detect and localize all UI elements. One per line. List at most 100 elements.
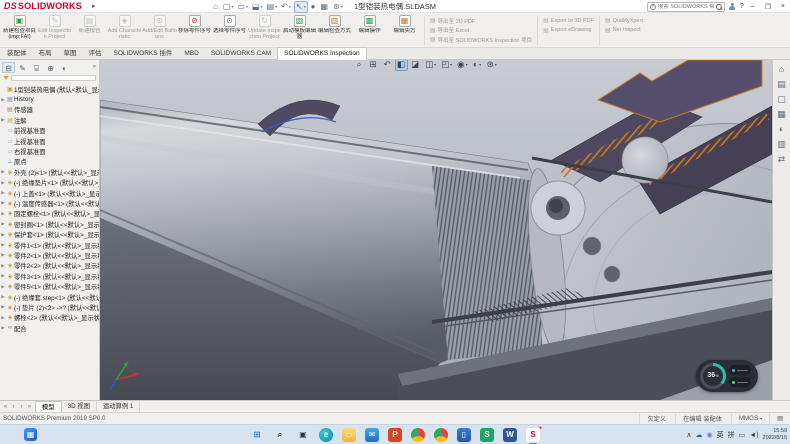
recorder-overlay[interactable]: 36% (696, 360, 758, 392)
ime-pinyin-indicator[interactable]: 拼 (728, 430, 735, 440)
tree-item[interactable]: ▶◈零件3<1> (默认<<默认>_显示状 (0, 271, 99, 281)
zoom-fit-icon[interactable]: ⌕ (353, 60, 366, 71)
tree-item[interactable]: ▶◈外壳 (2)<1> (默认<<默认>_显示状 (0, 167, 99, 177)
taskbar-wps-spreadsheet-icon[interactable]: S (480, 428, 494, 442)
recorder-button-bottom[interactable] (729, 377, 751, 387)
taskbar-search-icon[interactable]: ⌕ (273, 428, 287, 442)
tree-item[interactable]: ▶◈保护套<1> (默认<<默认>_显示状 (0, 229, 99, 239)
tree-item[interactable]: ▤传感器 (0, 105, 99, 115)
taskbar-edge-icon[interactable]: e (319, 428, 333, 442)
tab-model[interactable]: 模型 (35, 401, 62, 412)
taskbar-file-explorer-icon[interactable]: ▭ (342, 428, 356, 442)
taskbar-mail-icon[interactable]: ✉ (365, 428, 379, 442)
tree-item[interactable]: ▶▤注解 (0, 115, 99, 125)
help-icon[interactable]: ? (740, 3, 744, 10)
taskbar-task-view-icon[interactable]: ▣ (296, 428, 310, 442)
export-item[interactable]: ▤导出至 Excel (430, 26, 532, 36)
tree-item[interactable]: ▶◈零件2<2> (默认<<默认>_显示状 (0, 261, 99, 271)
view-orientation-icon[interactable]: ◫▾ (423, 60, 438, 71)
options-icon[interactable]: ⊛▾ (332, 1, 344, 13)
tree-item[interactable]: ▶◈(-) 温度传感器<1> (默认<<默认>_ (0, 198, 99, 208)
file-properties-icon[interactable]: ▦ (319, 1, 330, 13)
dimxpertmanager-tab[interactable]: ⊕ (44, 62, 57, 73)
tree-item[interactable]: ▶◈固定螺栓<1> (默认<<默认>_显示状 (0, 209, 99, 219)
new-file-icon[interactable]: ▢▾ (222, 1, 235, 13)
help-search-box[interactable]: ? (647, 2, 725, 12)
sign-in-icon[interactable] (729, 3, 736, 11)
edit-appearance-icon[interactable]: ◐▾ (471, 60, 484, 71)
edit-operations-button[interactable]: ▩编辑操作 (352, 14, 387, 40)
display-style-icon[interactable]: ◰▾ (439, 60, 454, 71)
minimize-button[interactable]: – (748, 3, 758, 10)
tab-assembly[interactable]: 装配体 (1, 48, 33, 59)
rebuild-traffic-light-icon[interactable]: ● (310, 1, 318, 13)
tree-item[interactable]: ▶◈(-) 上盖<1> (默认<<默认>_显示状 (0, 188, 99, 198)
taskbar-start-icon[interactable]: ⊞ (250, 428, 264, 442)
file-menu-arrow[interactable]: ▸ (92, 2, 96, 10)
tab-3d-views[interactable]: 3D 视图 (62, 401, 97, 412)
configurationmanager-tab[interactable]: ⌸ (30, 62, 43, 73)
tree-item[interactable]: ▶∞配合 (0, 323, 99, 333)
tab-evaluate[interactable]: 评估 (83, 48, 108, 59)
tree-item[interactable]: ⊥原点 (0, 157, 99, 167)
tree-item[interactable]: ▱右视基准面 (0, 146, 99, 156)
taskbar-solidworks-app-icon[interactable]: S● (526, 428, 540, 442)
clock[interactable]: 15:59 2022/8/15 (763, 428, 787, 441)
taskbar-chrome-2-icon[interactable]: ● (434, 428, 448, 442)
previous-view-icon[interactable]: ↶ (381, 60, 394, 71)
tab-motion-study[interactable]: 运动算例 1 (97, 401, 140, 412)
export-item[interactable]: ▤导出至 SOLIDWORKS Inspection 项目 (430, 35, 532, 45)
hide-show-items-icon[interactable]: ◉▾ (455, 60, 469, 71)
new-inspection-project-button[interactable]: ▣新建检查项目 (imp;FAI) (2, 14, 37, 40)
save-icon[interactable]: ⬓▾ (251, 1, 264, 13)
section-view-icon[interactable]: ◧ (395, 60, 408, 71)
search-input[interactable] (658, 4, 714, 10)
print-icon[interactable]: ▤▾ (266, 1, 279, 13)
restore-button[interactable]: ❐ (762, 3, 774, 11)
taskbar-powerpoint-icon[interactable]: P (388, 428, 402, 442)
model-thread-section[interactable] (432, 166, 542, 360)
tree-item[interactable]: ▶◈零件5<1> (默认<<默认>_显示状态 (0, 281, 99, 291)
filter-input[interactable] (11, 75, 96, 81)
export-item[interactable]: ▤导出至 2D PDF (430, 16, 532, 26)
tree-item[interactable]: ▶◈零件1<1> (默认<<默认>_显示状态 (0, 240, 99, 250)
appearances-scenes-icon[interactable]: ◐ (775, 122, 789, 136)
design-library-icon[interactable]: ▤ (775, 77, 789, 91)
tag-icon[interactable]: ▤ (769, 413, 790, 424)
add-edit-balloons-button[interactable]: ⊙Add/Edit Balloons (142, 14, 177, 40)
scroll-next-icon[interactable]: › (18, 404, 25, 410)
tab-sketch[interactable]: 草图 (58, 48, 83, 59)
filter-icon[interactable] (3, 76, 9, 80)
cast-icon[interactable]: ▭ (739, 431, 746, 439)
graphics-area[interactable]: ⌕⊞↶◧◪◫▾◰▾◉▾◐▾⊛▾ 36% (100, 60, 772, 400)
select-balloons-button[interactable]: ⊙选择零件序号 (212, 14, 247, 40)
widgets-icon[interactable]: ▦ (24, 428, 37, 441)
view-settings-icon[interactable]: ⊛▾ (485, 60, 499, 71)
close-button[interactable]: × (778, 3, 788, 10)
scroll-prev-icon[interactable]: ‹ (10, 404, 17, 410)
tab-layout[interactable]: 布局 (33, 48, 58, 59)
defender-shield-icon[interactable]: ◉ (707, 431, 713, 439)
taskbar-word-icon[interactable]: W (503, 428, 517, 442)
edit-inspection-methods-button[interactable]: ▨编辑检查方式 (317, 14, 352, 40)
model-canvas[interactable] (100, 60, 772, 400)
tab-solidworks-addins[interactable]: SOLIDWORKS 插件 (108, 48, 179, 59)
panel-expand-chevron[interactable]: » (93, 64, 98, 70)
export-item[interactable]: ▤QualityXpert (605, 16, 643, 26)
edit-vendors-button[interactable]: ▦编辑卖方 (387, 14, 422, 40)
remove-balloons-button[interactable]: ⊘移除零件序号 (177, 14, 212, 40)
volume-icon[interactable]: ◄) (749, 432, 758, 439)
tab-mbd[interactable]: MBD (178, 48, 204, 59)
new-report-button[interactable]: ▤新建报告 (72, 14, 107, 40)
tree-item[interactable]: ▣1型铠装热电偶 (默认<默认_显示状态-1 (0, 84, 99, 94)
launch-template-editor-button[interactable]: ▧启动模板编辑器 (282, 14, 317, 40)
tab-solidworks-cam[interactable]: SOLIDWORKS CAM (205, 48, 277, 59)
tree-item[interactable]: ▶◈(-) 绝缘垫片<1> (默认<<默认>_显 (0, 178, 99, 188)
tree-item[interactable]: ▶◈螺栓<2> (默认<<默认>_显示状态 (0, 313, 99, 323)
home-icon[interactable]: ⌂ (212, 1, 220, 13)
onedrive-icon[interactable]: ☁ (696, 431, 703, 439)
tree-item[interactable]: ▶◈密封圈<1> (默认<<默认>_显示状态 (0, 219, 99, 229)
undo-icon[interactable]: ↶▾ (280, 1, 292, 13)
taskbar-phone-link-icon[interactable]: ▯ (457, 428, 471, 442)
taskbar-chrome-icon[interactable]: ● (411, 428, 425, 442)
